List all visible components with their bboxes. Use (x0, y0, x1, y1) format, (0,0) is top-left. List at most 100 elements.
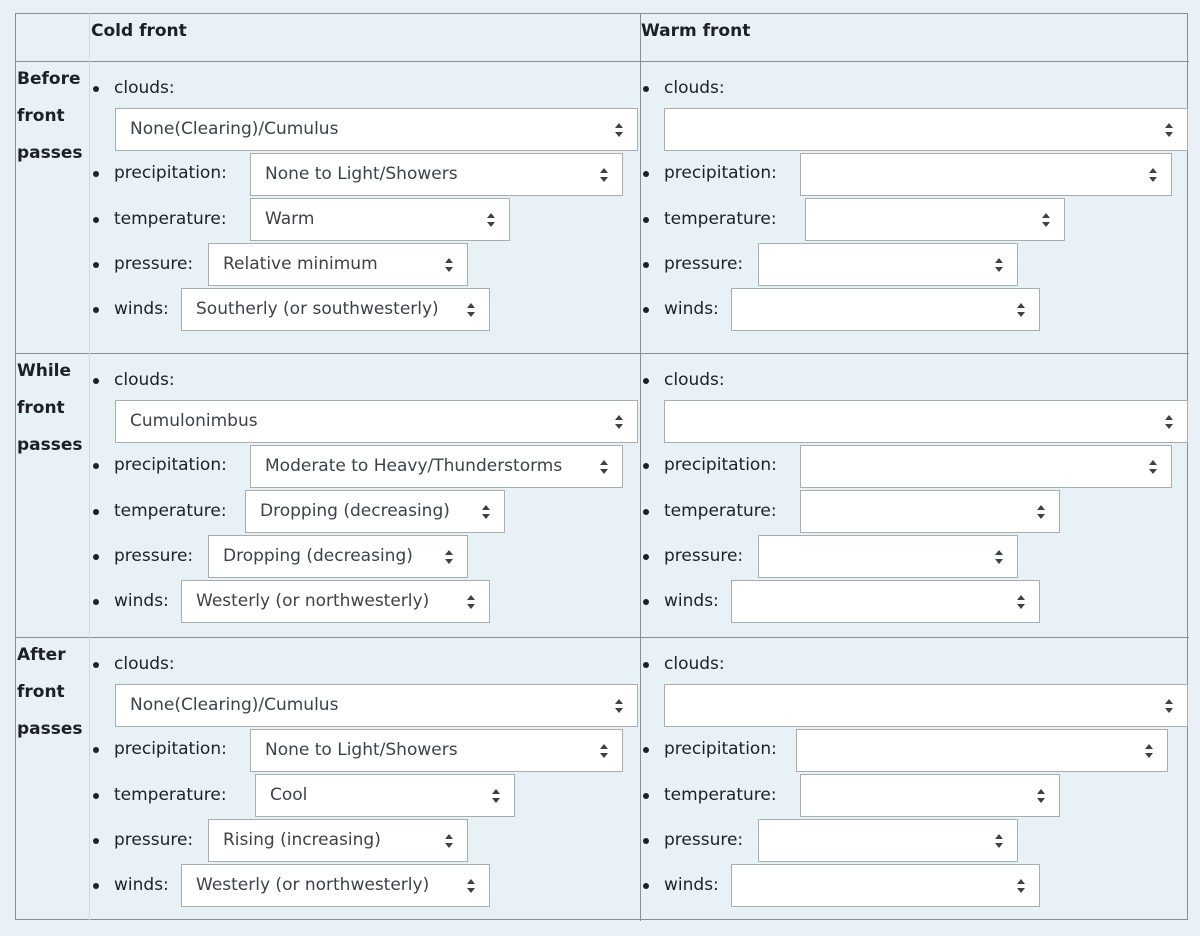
bullet-icon (643, 463, 649, 469)
select-value: Moderate to Heavy/Thunderstorms (265, 456, 563, 476)
cold-temperature-select[interactable]: Warm (250, 198, 510, 241)
cold-pressure-select[interactable]: Relative minimum (208, 243, 468, 286)
select-value: None(Clearing)/Cumulus (130, 695, 339, 715)
warm-pressure-select[interactable] (758, 819, 1018, 862)
sort-arrows-icon (1042, 213, 1050, 227)
sort-arrows-icon (995, 834, 1003, 848)
sort-arrows-icon (445, 550, 453, 564)
cold-pressure-label: pressure: (114, 254, 194, 274)
row-label-line: passes (17, 435, 83, 455)
cold-temperature-label: temperature: (114, 501, 227, 521)
bullet-icon (93, 599, 99, 605)
select-value: Rising (increasing) (223, 830, 381, 850)
select-value: Westerly (or northwesterly) (196, 591, 430, 611)
cold-precipitation-select[interactable]: Moderate to Heavy/Thunderstorms (250, 445, 623, 488)
bullet-icon (93, 747, 99, 753)
sort-arrows-icon (600, 744, 608, 758)
warm-pressure-label: pressure: (664, 546, 744, 566)
bullet-icon (643, 883, 649, 889)
sort-arrows-icon (492, 789, 500, 803)
sort-arrows-icon (487, 213, 495, 227)
row-label-line: front (17, 398, 65, 418)
warm-precipitation-select[interactable] (800, 153, 1172, 196)
cold-winds-select[interactable]: Westerly (or northwesterly) (181, 864, 490, 907)
warm-winds-label: winds: (664, 299, 719, 319)
cold-winds-label: winds: (114, 591, 169, 611)
front-column-divider (640, 13, 641, 921)
warm-temperature-label: temperature: (664, 501, 777, 521)
sort-arrows-icon (1149, 460, 1157, 474)
bullet-icon (93, 262, 99, 268)
sort-arrows-icon (445, 258, 453, 272)
warm-pressure-label: pressure: (664, 254, 744, 274)
warm-clouds-select[interactable] (664, 684, 1188, 727)
cold-precipitation-label: precipitation: (114, 455, 227, 475)
warm-winds-select[interactable] (731, 864, 1040, 907)
warm-clouds-label: clouds: (664, 78, 725, 98)
warm-winds-label: winds: (664, 591, 719, 611)
row-label-line: front (17, 106, 65, 126)
row-label-line: passes (17, 143, 83, 163)
row-divider-2 (15, 637, 1189, 638)
warm-temperature-select[interactable] (805, 198, 1065, 241)
sort-arrows-icon (445, 834, 453, 848)
row-label-line: front (17, 682, 65, 702)
cold-clouds-select[interactable]: None(Clearing)/Cumulus (115, 108, 638, 151)
warm-precipitation-label: precipitation: (664, 455, 777, 475)
warm-clouds-select[interactable] (664, 400, 1188, 443)
select-value: Dropping (decreasing) (260, 501, 450, 521)
cold-pressure-select[interactable]: Rising (increasing) (208, 819, 468, 862)
bullet-icon (93, 378, 99, 384)
warm-clouds-select[interactable] (664, 108, 1188, 151)
bullet-icon (643, 171, 649, 177)
cold-pressure-select[interactable]: Dropping (decreasing) (208, 535, 468, 578)
warm-winds-label: winds: (664, 875, 719, 895)
cold-precipitation-label: precipitation: (114, 739, 227, 759)
bullet-icon (93, 883, 99, 889)
cold-winds-select[interactable]: Southerly (or southwesterly) (181, 288, 490, 331)
cold-temperature-label: temperature: (114, 785, 227, 805)
sort-arrows-icon (467, 595, 475, 609)
warm-winds-select[interactable] (731, 288, 1040, 331)
warm-precipitation-select[interactable] (800, 445, 1172, 488)
sort-arrows-icon (1149, 168, 1157, 182)
warm-temperature-select[interactable] (800, 774, 1060, 817)
cold-clouds-select[interactable]: None(Clearing)/Cumulus (115, 684, 638, 727)
bullet-icon (93, 793, 99, 799)
warm-precipitation-select[interactable] (796, 729, 1168, 772)
bullet-icon (643, 838, 649, 844)
sort-arrows-icon (615, 415, 623, 429)
sort-arrows-icon (467, 303, 475, 317)
sort-arrows-icon (1037, 789, 1045, 803)
bullet-icon (643, 554, 649, 560)
warm-pressure-select[interactable] (758, 243, 1018, 286)
warm-winds-select[interactable] (731, 580, 1040, 623)
cold-temperature-select[interactable]: Dropping (decreasing) (245, 490, 505, 533)
bullet-icon (643, 86, 649, 92)
bullet-icon (643, 217, 649, 223)
warm-precipitation-label: precipitation: (664, 739, 777, 759)
bullet-icon (93, 171, 99, 177)
cold-winds-select[interactable]: Westerly (or northwesterly) (181, 580, 490, 623)
bullet-icon (93, 509, 99, 515)
cold-clouds-select[interactable]: Cumulonimbus (115, 400, 638, 443)
select-value: None to Light/Showers (265, 164, 458, 184)
cold-temperature-select[interactable]: Cool (255, 774, 515, 817)
bullet-icon (643, 747, 649, 753)
warm-pressure-select[interactable] (758, 535, 1018, 578)
cold-precipitation-select[interactable]: None to Light/Showers (250, 729, 623, 772)
warm-temperature-select[interactable] (800, 490, 1060, 533)
sort-arrows-icon (995, 258, 1003, 272)
bullet-icon (93, 463, 99, 469)
select-value: Cumulonimbus (130, 411, 258, 431)
warm-front-header: Warm front (641, 21, 751, 41)
sort-arrows-icon (467, 879, 475, 893)
bullet-icon (643, 378, 649, 384)
sort-arrows-icon (1165, 123, 1173, 137)
row-label-line: While (17, 361, 72, 381)
cold-clouds-label: clouds: (114, 654, 175, 674)
sort-arrows-icon (1165, 415, 1173, 429)
cold-pressure-label: pressure: (114, 830, 194, 850)
bullet-icon (643, 509, 649, 515)
cold-precipitation-select[interactable]: None to Light/Showers (250, 153, 623, 196)
